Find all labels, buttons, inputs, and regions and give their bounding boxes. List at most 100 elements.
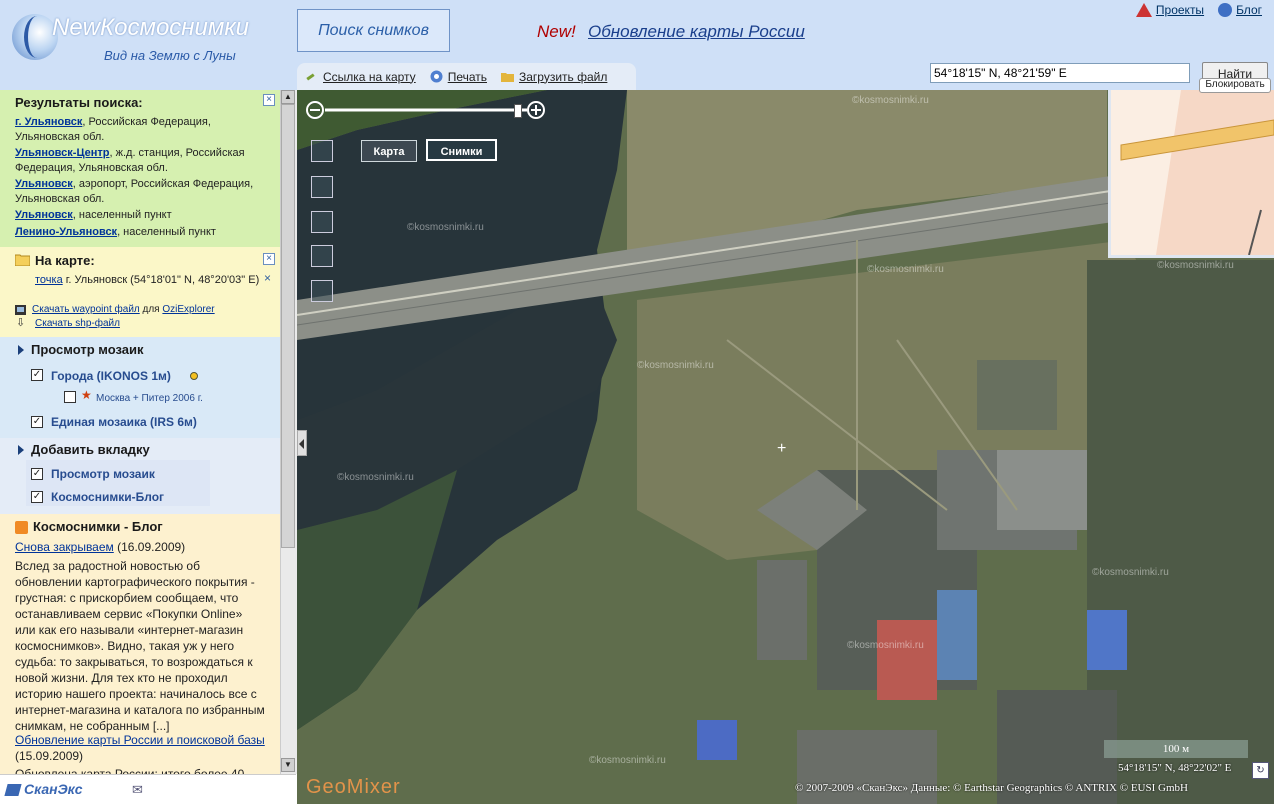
expand-mosaic-icon[interactable] (18, 345, 24, 355)
point-link[interactable]: точка (35, 274, 63, 286)
scrollbar-thumb[interactable] (281, 104, 295, 548)
blog-panel: Космоснимки - Блог Снова закрываем (16.0… (0, 514, 280, 774)
projects-link[interactable]: Проекты (1135, 3, 1205, 17)
folder-icon (501, 73, 514, 82)
mosaic-checkbox-cities[interactable]: ✓ (31, 369, 43, 381)
scissors-tool-icon[interactable] (311, 280, 333, 302)
ruler-tool-icon[interactable] (311, 211, 333, 233)
scroll-up-icon[interactable]: ▲ (281, 90, 295, 104)
map-toolbar: Ссылка на карту Печать Загрузить файл (297, 63, 636, 90)
download-waypoint-line: Скачать waypoint файл для OziExplorer (32, 304, 215, 315)
geomixer-logo[interactable]: GeoMixer (306, 776, 401, 799)
map-copyright: © 2007-2009 «СканЭкс» Данные: © Earthsta… (795, 782, 1188, 794)
mosaic-checkbox-irs[interactable]: ✓ (31, 416, 43, 428)
search-results-panel: Результаты поиска: × г. Ульяновск, Росси… (0, 90, 280, 247)
tab-label-mosaic[interactable]: Просмотр мозаик (51, 467, 155, 481)
mosaic-label-irs[interactable]: Единая мозаика (IRS 6м) (51, 415, 197, 429)
overview-minimap[interactable] (1108, 90, 1274, 258)
for-text: для (142, 304, 160, 315)
polygon-tool-icon[interactable] (311, 245, 333, 267)
kosmosnimki-logo[interactable]: NewКосмоснимки Вид на Землю с Луны (12, 10, 272, 70)
zoom-slider[interactable] (305, 100, 547, 120)
rss-icon (15, 521, 28, 534)
map-watermark: ©kosmosnimki.ru (1157, 260, 1234, 271)
zoom-handle[interactable] (513, 104, 522, 118)
blog-post-2-link[interactable]: Обновление карты России и поисковой базы (15, 733, 265, 747)
add-tab-panel: Добавить вкладку ✓ Просмотр мозаик ✓ Кос… (0, 438, 280, 514)
map-watermark: ©kosmosnimki.ru (852, 95, 929, 106)
result-name: Ульяновск (15, 178, 73, 190)
expand-addtab-icon[interactable] (18, 445, 24, 455)
map-type-satellite-button[interactable]: Снимки (426, 139, 497, 161)
block-minimap-button[interactable]: Блокировать (1199, 78, 1271, 93)
tab-checkbox-mosaic[interactable]: ✓ (31, 468, 43, 480)
scanex-logo[interactable]: СканЭкс (4, 781, 83, 797)
map-watermark: ©kosmosnimki.ru (637, 360, 714, 371)
blog-post-2-date: (15.09.2009) (15, 749, 84, 763)
map-link-button[interactable]: Ссылка на карту (305, 70, 416, 84)
ozi-explorer-link[interactable]: OziExplorer (162, 304, 214, 315)
sidebar: Результаты поиска: × г. Ульяновск, Росси… (0, 90, 280, 774)
logo-new-text: New (52, 14, 101, 41)
search-images-button[interactable]: Поиск снимков (297, 9, 450, 52)
projects-label: Проекты (1155, 3, 1205, 17)
map-watermark: ©kosmosnimki.ru (337, 472, 414, 483)
close-results-icon[interactable]: × (263, 94, 275, 106)
print-icon (430, 70, 443, 83)
result-name: Ульяновск-Центр (15, 147, 110, 159)
blog-title: Космоснимки - Блог (33, 519, 163, 534)
scanex-icon (4, 784, 22, 797)
collapse-sidebar-icon[interactable] (297, 430, 307, 456)
logo-subtitle: Вид на Землю с Луны (104, 48, 236, 63)
download-waypoint-link[interactable]: Скачать waypoint файл (32, 304, 140, 315)
result-item[interactable]: Ульяновск, населенный пункт (15, 208, 265, 223)
select-area-tool-icon[interactable] (311, 140, 333, 162)
mosaic-label-moscow[interactable]: Москва + Питер 2006 г. (96, 393, 203, 404)
scanex-label: СканЭкс (24, 781, 83, 797)
point-item: точка г. Ульяновск (54°18'01" N, 48°20'0… (35, 273, 265, 288)
upload-file-label: Загрузить файл (519, 69, 608, 84)
blog-post-1-link[interactable]: Снова закрываем (15, 540, 114, 554)
blog-label: Блог (1236, 3, 1262, 17)
logo-title: Космоснимки (100, 14, 249, 41)
print-button[interactable]: Печать (430, 70, 487, 84)
blog-post-2-text: Обновлена карта России: итого более 40 (15, 767, 245, 774)
flag-marker-tool-icon[interactable] (311, 176, 333, 198)
on-map-panel: На карте: × точка г. Ульяновск (54°18'01… (0, 247, 280, 337)
result-item[interactable]: Ленино-Ульяновск, населенный пункт (15, 225, 265, 240)
result-name: Ленино-Ульяновск (15, 226, 118, 238)
download-shp-link[interactable]: Скачать shp-файл (35, 318, 120, 329)
result-desc: , населенный пункт (72, 209, 172, 221)
gps-download-icon (15, 305, 26, 315)
search-results-title: Результаты поиска: (15, 95, 143, 110)
folder-icon (15, 254, 30, 266)
result-name: г. Ульяновск (15, 116, 83, 128)
close-onmap-icon[interactable]: × (263, 253, 275, 265)
result-item[interactable]: г. Ульяновск, Российская Федерация, Улья… (15, 115, 265, 145)
minimap-image (1111, 90, 1274, 255)
tab-checkbox-blog[interactable]: ✓ (31, 491, 43, 503)
coordinates-search-input[interactable] (930, 63, 1190, 83)
scroll-down-icon[interactable]: ▼ (281, 758, 295, 772)
blog-post-2-header: Обновление карты России и поисковой базы… (15, 732, 265, 764)
upload-file-button[interactable]: Загрузить файл (501, 70, 607, 84)
mosaic-panel: Просмотр мозаик ✓ Города (IKONOS 1м) ★ М… (0, 337, 280, 438)
mail-icon[interactable]: ✉ (132, 782, 143, 798)
map-watermark: ©kosmosnimki.ru (407, 222, 484, 233)
news-update-map-link[interactable]: Обновление карты России (588, 22, 805, 42)
remove-point-icon[interactable]: × (264, 271, 271, 285)
result-item[interactable]: Ульяновск, аэропорт, Российская Федераци… (15, 177, 265, 207)
blog-link[interactable]: Блог (1218, 3, 1262, 17)
crosshair-icon: + (777, 440, 787, 457)
coordinates-toggle-icon[interactable]: ↻ (1252, 762, 1269, 779)
mosaic-label-cities[interactable]: Города (IKONOS 1м) (51, 369, 171, 383)
star-icon: ★ (81, 388, 92, 402)
map-type-map-button[interactable]: Карта (361, 140, 417, 162)
tab-label-blog[interactable]: Космоснимки-Блог (51, 490, 164, 504)
map-scale-bar: 100 м (1104, 740, 1248, 758)
blog-post-1-text: Вслед за радостной новостью об обновлени… (15, 559, 265, 733)
blog-icon (1218, 3, 1233, 17)
sidebar-footer: СканЭкс ✉ (0, 774, 296, 805)
mosaic-checkbox-moscow[interactable] (64, 391, 76, 403)
result-item[interactable]: Ульяновск-Центр, ж.д. станция, Российска… (15, 146, 265, 176)
